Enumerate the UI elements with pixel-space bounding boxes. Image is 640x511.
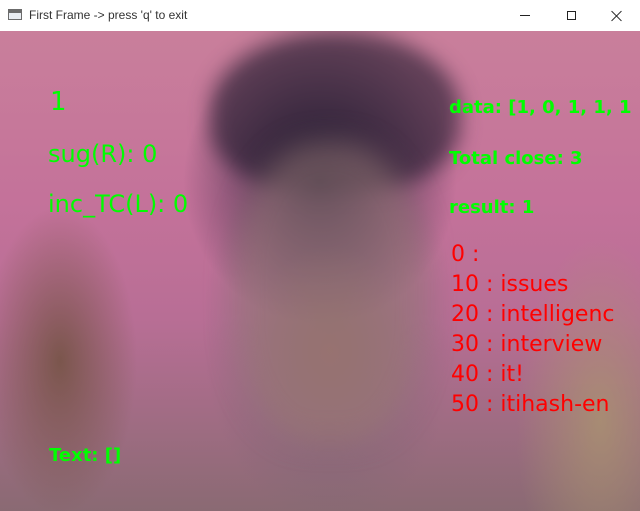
suggestion-item: 10 : issues [451, 272, 569, 297]
gesture-count: 1 [50, 87, 67, 117]
window-titlebar[interactable]: First Frame -> press 'q' to exit [0, 0, 640, 31]
maximize-icon [566, 11, 576, 20]
increment-left-label: inc_TC(L): 0 [48, 190, 189, 218]
word-suggestion-list: 0 : 10 : issues 20 : intelligenc 30 : in… [451, 240, 615, 420]
typed-text-label: Text: [] [49, 445, 122, 466]
window-app-icon [8, 9, 22, 20]
suggestion-item: 0 : [451, 242, 480, 267]
suggestion-item: 50 : itihash-en [451, 392, 610, 417]
close-icon [611, 10, 623, 22]
suggestion-item: 20 : intelligenc [451, 302, 615, 327]
suggestion-right-label: sug(R): 0 [48, 140, 158, 168]
window-title: First Frame -> press 'q' to exit [29, 8, 188, 22]
result-label: result: 1 [449, 197, 535, 218]
minimize-icon [520, 15, 530, 16]
minimize-button[interactable] [502, 0, 548, 31]
total-close-label: Total close: 3 [449, 148, 583, 169]
video-frame: 1 sug(R): 0 inc_TC(L): 0 Text: [] data: … [0, 31, 640, 511]
maximize-button[interactable] [548, 0, 594, 31]
suggestion-item: 40 : it! [451, 362, 524, 387]
suggestion-item: 30 : interview [451, 332, 603, 357]
data-array-label: data: [1, 0, 1, 1, 1 [449, 97, 632, 118]
close-button[interactable] [594, 0, 640, 31]
